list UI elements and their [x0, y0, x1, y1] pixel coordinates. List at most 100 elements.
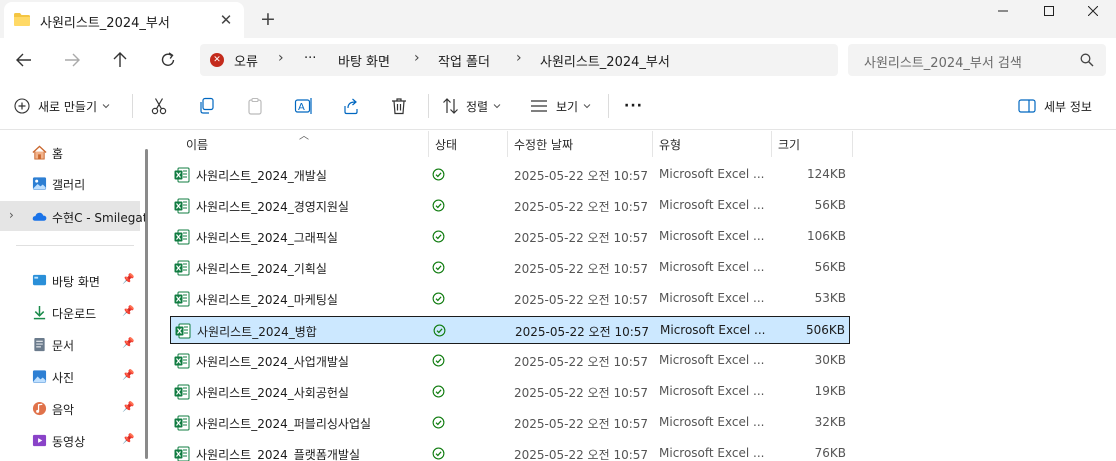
cut-button[interactable] — [150, 94, 168, 118]
file-row[interactable]: 사원리스트_2024_그래픽실 2025-05-22 오전 10:57 Micros… — [170, 223, 850, 251]
file-size: 56KB — [814, 260, 846, 274]
file-row[interactable]: 사원리스트_2024_플랫폼개발실 2025-05-22 오전 10:57 Micr… — [170, 440, 850, 461]
file-modified-date: 2025-05-22 오전 10:57 — [514, 262, 649, 276]
rename-button[interactable]: A — [294, 94, 314, 118]
delete-button[interactable] — [390, 94, 408, 118]
pin-icon[interactable]: 📌 — [122, 402, 134, 413]
maximize-button[interactable] — [1026, 0, 1072, 22]
forward-button[interactable] — [60, 48, 84, 72]
sidebar-item-music[interactable]: 음악 📌 — [0, 393, 140, 423]
file-size: 30KB — [814, 353, 846, 367]
share-button[interactable] — [342, 94, 360, 118]
search-input[interactable]: 사원리스트_2024_부서 검색 — [864, 52, 1022, 71]
sync-ok-icon — [432, 354, 445, 367]
breadcrumb-error[interactable]: 오류 — [234, 51, 258, 70]
column-header-date[interactable]: 수정한 날짜 — [508, 131, 652, 157]
sync-ok-icon — [432, 230, 445, 243]
sort-button[interactable]: 정렬 — [442, 94, 501, 118]
sidebar-item-label: 바탕 화면 — [52, 275, 100, 289]
pin-icon[interactable]: 📌 — [122, 274, 134, 285]
sidebar-scrollbar[interactable] — [145, 149, 148, 459]
arrow-up-icon — [113, 52, 127, 67]
details-button[interactable]: 세부 정보 — [1018, 94, 1092, 118]
sidebar-item-desktop[interactable]: 바탕 화면 📌 — [0, 265, 140, 295]
file-row[interactable]: 사원리스트_2024_기획실 2025-05-22 오전 10:57 Microso… — [170, 254, 850, 282]
close-window-button[interactable] — [1070, 0, 1116, 22]
sidebar-item-videos[interactable]: 동영상 📌 — [0, 425, 140, 455]
column-header-type[interactable]: 유형 — [653, 131, 771, 157]
breadcrumb-overflow[interactable]: ··· — [304, 51, 316, 66]
breadcrumb-work-folder[interactable]: 작업 폴더 — [438, 51, 490, 70]
address-bar[interactable]: ✕ 오류 › ··· 바탕 화면 › 작업 폴더 › 사원리스트_2024_부서 — [200, 44, 838, 76]
paste-button[interactable] — [246, 94, 264, 118]
toolbar-divider — [132, 94, 133, 118]
breadcrumb-current[interactable]: 사원리스트_2024_부서 — [540, 51, 670, 70]
file-type: Microsoft Excel ... — [659, 446, 765, 460]
refresh-button[interactable] — [156, 48, 180, 72]
file-list: ︿ 이름 상태 수정한 날짜 유형 크기 사원리스트_2024_개발실 2025-… — [154, 131, 1116, 461]
column-header-size[interactable]: 크기 — [772, 131, 852, 157]
breadcrumb-desktop[interactable]: 바탕 화면 — [338, 51, 390, 70]
sync-ok-icon — [432, 199, 445, 212]
sidebar-item-home[interactable]: 홈 — [0, 137, 140, 167]
pin-icon[interactable]: 📌 — [122, 338, 134, 349]
sidebar-item-gallery[interactable]: 갤러리 — [0, 168, 140, 198]
gallery-icon — [32, 177, 47, 190]
new-button[interactable]: 새로 만들기 — [14, 94, 110, 118]
excel-file-icon — [174, 260, 190, 276]
column-divider[interactable] — [852, 131, 853, 157]
sidebar-item-pictures[interactable]: 사진 📌 — [0, 361, 140, 391]
navigation-bar: ✕ 오류 › ··· 바탕 화면 › 작업 폴더 › 사원리스트_2024_부서… — [0, 38, 1116, 82]
sync-ok-icon — [432, 416, 445, 429]
file-type: Microsoft Excel ... — [660, 323, 766, 337]
sync-ok-icon — [432, 385, 445, 398]
excel-file-icon — [174, 384, 190, 400]
tab-active[interactable]: 사원리스트_2024_부서 ✕ — [4, 2, 244, 38]
file-row[interactable]: 사원리스트_2024_사업개발실 2025-05-22 오전 10:57 Micro… — [170, 347, 850, 375]
file-name: 사원리스트_2024_사업개발실 — [196, 355, 349, 369]
desktop-icon — [32, 274, 47, 286]
file-modified-date: 2025-05-22 오전 10:57 — [514, 293, 649, 307]
error-icon: ✕ — [210, 53, 224, 67]
file-modified-date: 2025-05-22 오전 10:57 — [514, 448, 649, 461]
file-name: 사원리스트_2024_마케팅실 — [196, 293, 338, 307]
command-bar: 새로 만들기 A 정렬 보기 ··· 세부 정보 — [0, 82, 1116, 130]
search-box[interactable]: 사원리스트_2024_부서 검색 — [848, 44, 1106, 76]
file-row[interactable]: 사원리스트_2024_개발실 2025-05-22 오전 10:57 Microso… — [170, 161, 850, 189]
sidebar-item-documents[interactable]: 문서 📌 — [0, 329, 140, 359]
chevron-right-icon[interactable]: › — [9, 208, 14, 222]
file-name: 사원리스트_2024_그래픽실 — [196, 231, 338, 245]
minimize-button[interactable] — [980, 0, 1026, 22]
tab-close-icon[interactable]: ✕ — [216, 10, 236, 30]
file-row[interactable]: 사원리스트_2024_마케팅실 2025-05-22 오전 10:57 Micros… — [170, 285, 850, 313]
file-name: 사원리스트_2024_병합 — [197, 325, 317, 339]
sync-ok-icon — [432, 261, 445, 274]
back-button[interactable] — [12, 48, 36, 72]
column-header-name[interactable]: 이름 — [170, 131, 428, 157]
pin-icon[interactable]: 📌 — [122, 434, 134, 445]
more-options-button[interactable]: ··· — [624, 94, 643, 118]
folder-icon — [14, 13, 30, 26]
sidebar-item-downloads[interactable]: 다운로드 📌 — [0, 297, 140, 327]
file-row[interactable]: 사원리스트_2024_퍼블리싱사업실 2025-05-22 오전 10:57 Mic… — [170, 409, 850, 437]
file-row[interactable]: 사원리스트_2024_병합 2025-05-22 오전 10:57 Microsof… — [170, 316, 850, 344]
copy-button[interactable] — [198, 94, 216, 118]
new-tab-button[interactable]: + — [258, 9, 278, 29]
sidebar-item-label: 홈 — [52, 147, 64, 161]
file-size: 19KB — [814, 384, 846, 398]
view-label: 보기 — [556, 99, 579, 114]
file-type: Microsoft Excel ... — [659, 384, 765, 398]
search-icon[interactable] — [1080, 53, 1094, 67]
excel-file-icon — [174, 198, 190, 214]
up-button[interactable] — [108, 48, 132, 72]
file-row[interactable]: 사원리스트_2024_사회공헌실 2025-05-22 오전 10:57 Micro… — [170, 378, 850, 406]
pin-icon[interactable]: 📌 — [122, 306, 134, 317]
column-header-status[interactable]: 상태 — [429, 131, 507, 157]
view-button[interactable]: 보기 — [530, 94, 591, 118]
paste-icon — [248, 97, 262, 115]
pin-icon[interactable]: 📌 — [122, 370, 134, 381]
view-list-icon — [531, 100, 547, 112]
file-row[interactable]: 사원리스트_2024_경영지원실 2025-05-22 오전 10:57 Micro… — [170, 192, 850, 220]
chevron-down-icon — [102, 104, 110, 109]
sidebar-item-onedrive[interactable]: › 수현C - Smilegat — [0, 201, 147, 231]
